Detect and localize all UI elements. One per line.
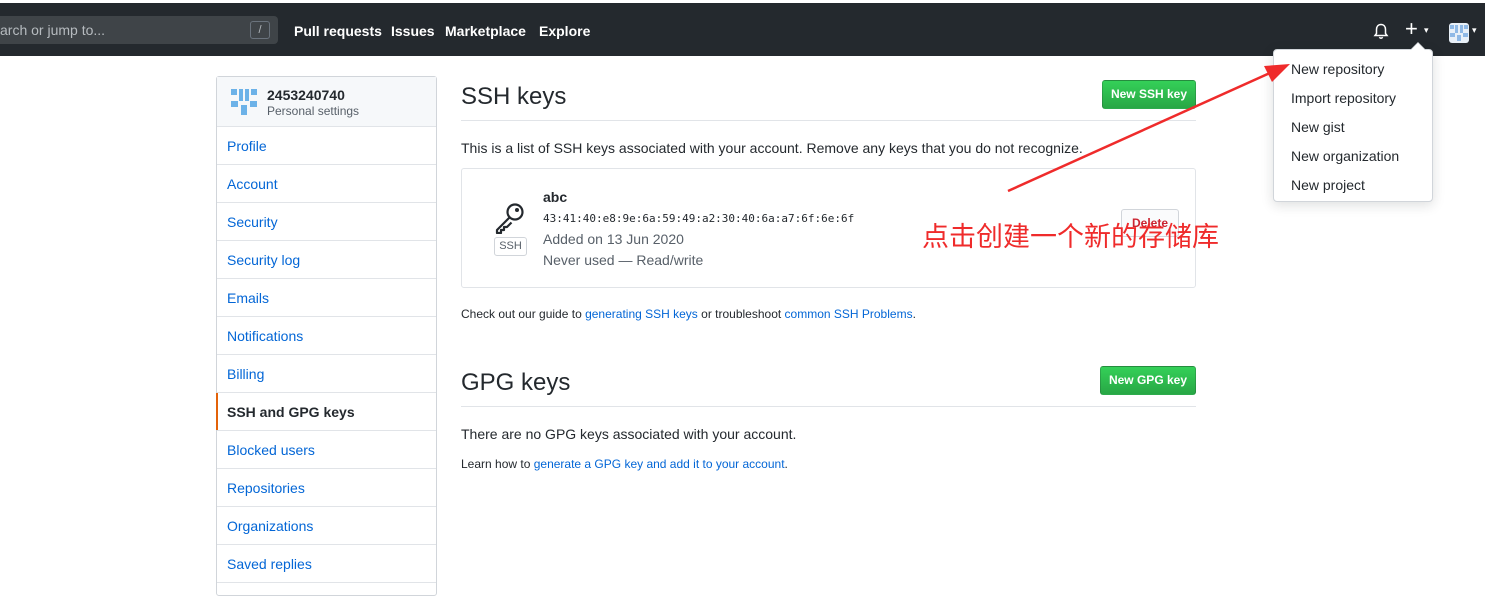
menu-item-import-repository[interactable]: Import repository bbox=[1291, 90, 1396, 106]
sidebar-item-organizations[interactable]: Organizations bbox=[217, 507, 436, 545]
new-gpg-key-button[interactable]: New GPG key bbox=[1100, 366, 1196, 395]
sidebar-item-profile[interactable]: Profile bbox=[217, 127, 436, 165]
generating-ssh-keys-link[interactable]: generating SSH keys bbox=[585, 307, 698, 321]
annotation-text: 点击创建一个新的存储库 bbox=[922, 222, 1219, 253]
chevron-down-icon: ▾ bbox=[1424, 25, 1429, 35]
ssh-description: This is a list of SSH keys associated wi… bbox=[461, 140, 1083, 156]
gpg-empty-text: There are no GPG keys associated with yo… bbox=[461, 426, 797, 442]
nav-issues[interactable]: Issues bbox=[391, 23, 435, 39]
create-new-button[interactable]: + bbox=[1405, 17, 1418, 41]
search-input[interactable]: arch or jump to... / bbox=[0, 16, 278, 44]
sidebar-item-account[interactable]: Account bbox=[217, 165, 436, 203]
nav-marketplace[interactable]: Marketplace bbox=[445, 23, 526, 39]
create-new-dropdown: New repository Import repository New gis… bbox=[1273, 42, 1433, 202]
sidebar-item-saved-replies[interactable]: Saved replies bbox=[217, 545, 436, 583]
common-ssh-problems-link[interactable]: common SSH Problems bbox=[785, 307, 913, 321]
generate-gpg-key-link[interactable]: generate a GPG key and add it to your ac… bbox=[534, 457, 785, 471]
gpg-learn-suffix: . bbox=[784, 457, 788, 471]
gpg-keys-heading: GPG keys bbox=[461, 369, 571, 396]
menu-item-new-organization[interactable]: New organization bbox=[1291, 148, 1399, 164]
ssh-key-usage: Never used — Read/write bbox=[543, 252, 704, 268]
header-bar: arch or jump to... / Pull requests Issue… bbox=[0, 3, 1485, 56]
nav-pull-requests[interactable]: Pull requests bbox=[294, 23, 382, 39]
new-ssh-key-button[interactable]: New SSH key bbox=[1102, 80, 1196, 109]
sidebar-header: 2453240740 Personal settings bbox=[217, 77, 436, 127]
ssh-guide-text: Check out our guide to generating SSH ke… bbox=[461, 307, 916, 321]
nav-explore[interactable]: Explore bbox=[539, 23, 590, 39]
identicon-icon bbox=[1450, 25, 1468, 41]
settings-sidebar: 2453240740 Personal settings Profile Acc… bbox=[216, 76, 437, 596]
sidebar-item-notifications[interactable]: Notifications bbox=[217, 317, 436, 355]
ssh-type-label: SSH bbox=[494, 237, 527, 256]
divider bbox=[461, 406, 1196, 407]
user-avatar-menu[interactable] bbox=[1449, 23, 1469, 43]
ssh-guide-middle: or troubleshoot bbox=[697, 307, 785, 321]
sidebar-subtitle: Personal settings bbox=[267, 104, 360, 118]
sidebar-username[interactable]: 2453240740 bbox=[267, 87, 345, 103]
sidebar-item-security-log[interactable]: Security log bbox=[217, 241, 436, 279]
gpg-learn-prefix: Learn how to bbox=[461, 457, 534, 471]
ssh-key-added-date: Added on 13 Jun 2020 bbox=[543, 231, 684, 247]
gpg-learn-text: Learn how to generate a GPG key and add … bbox=[461, 457, 788, 471]
menu-item-new-project[interactable]: New project bbox=[1291, 177, 1365, 193]
sidebar-item-repositories[interactable]: Repositories bbox=[217, 469, 436, 507]
sidebar-item-blocked-users[interactable]: Blocked users bbox=[217, 431, 436, 469]
sidebar-item-emails[interactable]: Emails bbox=[217, 279, 436, 317]
search-placeholder: arch or jump to... bbox=[0, 22, 106, 38]
avatar bbox=[231, 89, 257, 115]
sidebar-item-ssh-gpg-keys[interactable]: SSH and GPG keys bbox=[216, 393, 436, 431]
sidebar-item-security[interactable]: Security bbox=[217, 203, 436, 241]
sidebar-item-billing[interactable]: Billing bbox=[217, 355, 436, 393]
key-icon bbox=[495, 203, 524, 234]
ssh-key-title: abc bbox=[543, 189, 568, 205]
ssh-guide-suffix: . bbox=[912, 307, 916, 321]
ssh-keys-heading: SSH keys bbox=[461, 83, 567, 110]
search-shortcut-key: / bbox=[250, 21, 270, 39]
menu-item-new-repository[interactable]: New repository bbox=[1291, 61, 1384, 77]
chevron-down-icon: ▾ bbox=[1472, 25, 1477, 35]
menu-item-new-gist[interactable]: New gist bbox=[1291, 119, 1345, 135]
ssh-guide-prefix: Check out our guide to bbox=[461, 307, 586, 321]
divider bbox=[461, 120, 1196, 121]
bell-icon[interactable] bbox=[1373, 23, 1389, 40]
ssh-key-fingerprint: 43:41:40:e8:9e:6a:59:49:a2:30:40:6a:a7:6… bbox=[543, 212, 855, 225]
